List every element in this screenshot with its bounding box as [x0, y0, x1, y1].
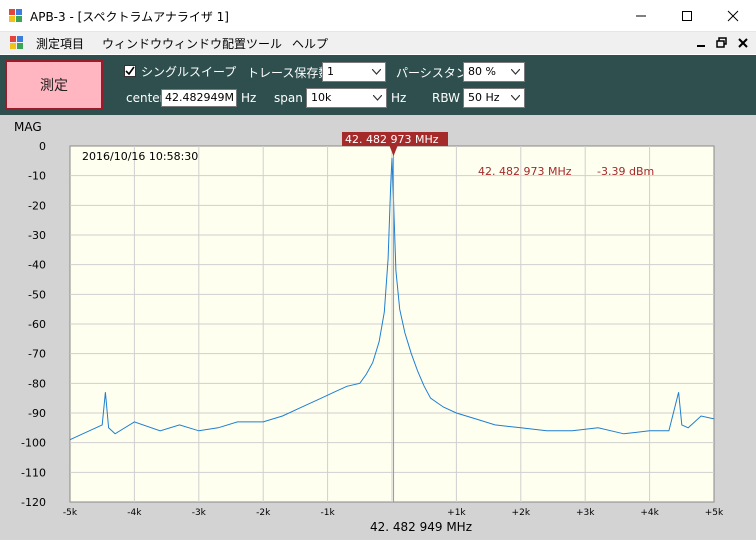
title-bar: APB-3 - [スペクトラムアナライザ 1] — [0, 0, 756, 32]
persistence-value: 80 % — [468, 65, 496, 78]
minimize-icon — [636, 15, 646, 16]
marker-label: 42. 482 973 MHz — [345, 133, 439, 146]
mdi-child-icon[interactable] — [10, 36, 24, 50]
y-tick-label: -20 — [28, 199, 46, 212]
marker-level-readout: -3.39 dBm — [597, 165, 654, 178]
close-button[interactable] — [710, 0, 756, 31]
x-tick-label: +2k — [512, 508, 531, 518]
x-tick-label: -4k — [127, 508, 142, 518]
check-icon — [125, 66, 135, 76]
mdi-minimize-icon[interactable] — [696, 37, 708, 49]
rbw-label: RBW — [432, 91, 461, 105]
y-tick-label: 0 — [39, 140, 46, 153]
app-icon — [9, 9, 23, 23]
measure-button[interactable]: 測定 — [5, 60, 103, 110]
mdi-restore-icon[interactable] — [716, 37, 728, 49]
menu-window[interactable]: ウィンドウ — [102, 35, 162, 52]
center-unit: Hz — [241, 91, 257, 105]
rbw-value: 50 Hz — [468, 91, 500, 104]
y-tick-label: -120 — [21, 496, 46, 509]
span-value: 10k — [311, 91, 332, 104]
x-tick-label: +5k — [705, 508, 724, 518]
spectrum-chart[interactable]: MAG 0 -10 -20 -30 -40 -50 -60 -70 -80 -90 -100 -110… — [0, 115, 756, 540]
span-unit: Hz — [391, 91, 407, 105]
close-icon — [727, 10, 739, 21]
minimize-button[interactable] — [618, 0, 664, 31]
y-tick-label: -90 — [28, 407, 46, 420]
menu-help[interactable]: ヘルプ — [292, 35, 328, 52]
y-tick-label: -60 — [28, 318, 46, 331]
chevron-down-icon — [368, 63, 385, 81]
x-tick-label: -1k — [321, 508, 336, 518]
x-tick-label: +1k — [447, 508, 466, 518]
chevron-down-icon — [507, 89, 524, 107]
window-title: APB-3 - [スペクトラムアナライザ 1] — [30, 10, 229, 24]
chevron-down-icon — [369, 89, 386, 107]
rbw-select[interactable]: 50 Hz — [463, 88, 525, 108]
span-label: span — [274, 91, 303, 105]
trace-save-label: トレース保存数 — [247, 66, 331, 80]
center-frequency-label: 42. 482 949 MHz — [370, 520, 472, 534]
y-tick-label: -110 — [21, 466, 46, 479]
single-sweep-checkbox[interactable] — [124, 65, 136, 77]
y-tick-label: -30 — [28, 229, 46, 242]
marker-frequency-readout: 42. 482 973 MHz — [478, 165, 572, 178]
y-tick-label: -40 — [28, 259, 46, 272]
menu-window-layout[interactable]: ウィンドウ配置 — [162, 35, 246, 52]
menu-measure-items[interactable]: 測定項目 — [36, 35, 84, 52]
x-tick-label: -3k — [192, 508, 207, 518]
maximize-icon — [682, 10, 692, 21]
y-tick-label: -80 — [28, 377, 46, 390]
y-tick-label: -100 — [21, 437, 46, 450]
menu-bar: 測定項目 ウィンドウ ウィンドウ配置 ツール ヘルプ — [0, 32, 756, 54]
mdi-close-icon[interactable] — [737, 37, 749, 49]
y-tick-label: -70 — [28, 348, 46, 361]
persistence-select[interactable]: 80 % — [463, 62, 525, 82]
mag-axis-label: MAG — [14, 120, 42, 134]
timestamp: 2016/10/16 10:58:30 — [82, 150, 198, 163]
y-axis-ticks: 0 -10 -20 -30 -40 -50 -60 -70 -80 -90 -100 -110 -120 — [21, 140, 46, 509]
x-tick-label: +4k — [640, 508, 659, 518]
y-tick-label: -10 — [28, 170, 46, 183]
x-tick-label: -2k — [256, 508, 271, 518]
x-tick-label: -5k — [63, 508, 78, 518]
y-tick-label: -50 — [28, 288, 46, 301]
center-frequency-input[interactable]: 42.482949M — [161, 89, 237, 107]
control-panel: 測定 シングルスイープ トレース保存数 1 パーシスタンス 80 % cente… — [0, 55, 756, 115]
chevron-down-icon — [507, 63, 524, 81]
x-tick-label: +3k — [576, 508, 595, 518]
trace-save-select[interactable]: 1 — [322, 62, 386, 82]
span-select[interactable]: 10k — [306, 88, 387, 108]
trace-save-value: 1 — [327, 65, 334, 78]
x-axis-ticks: -5k -4k -3k -2k -1k +1k +2k +3k +4k +5k — [63, 508, 724, 518]
maximize-button[interactable] — [664, 0, 710, 31]
single-sweep-label: シングルスイープ — [141, 65, 237, 79]
menu-tools[interactable]: ツール — [246, 35, 282, 52]
spectrum-panel: MAG 0 -10 -20 -30 -40 -50 -60 -70 -80 -90 -100 -110… — [0, 115, 756, 540]
center-label: center — [126, 91, 165, 105]
